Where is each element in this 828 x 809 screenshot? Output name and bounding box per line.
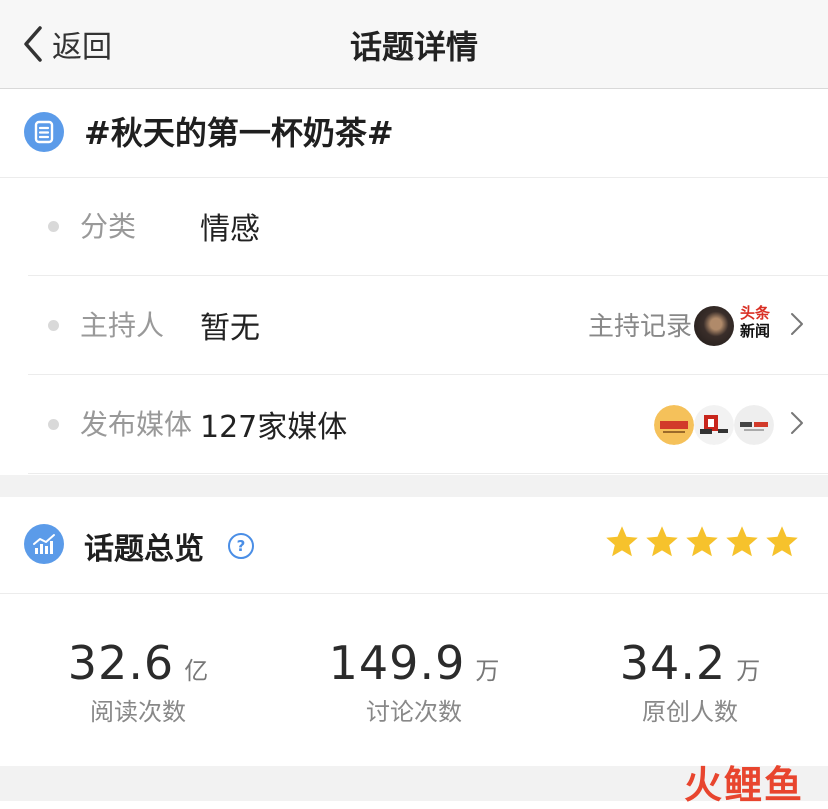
toutiao-logo-bottom: 新闻 <box>739 322 770 340</box>
media-logo-news-3 <box>734 405 774 445</box>
stat-discussion-count: 149.9 万 讨论次数 <box>276 636 552 727</box>
stat-label: 阅读次数 <box>90 698 186 726</box>
star-icon <box>726 526 758 557</box>
chevron-right-icon <box>791 412 803 434</box>
bullet-dot <box>48 221 59 232</box>
stat-label: 讨论次数 <box>366 698 462 726</box>
stat-value: 34.2 <box>619 636 727 690</box>
chevron-left-icon <box>24 26 42 62</box>
star-icon <box>606 526 638 557</box>
star-icon <box>766 526 798 557</box>
chevron-right-icon <box>791 313 803 335</box>
nav-bar: 返回 话题详情 <box>0 0 828 89</box>
topic-title: #秋天的第一杯奶茶# <box>84 114 394 152</box>
page-title: 话题详情 <box>349 28 478 66</box>
host-avatar <box>694 306 734 346</box>
stat-unit: 万 <box>736 657 761 685</box>
media-logo-news-2 <box>694 405 734 445</box>
media-label: 发布媒体 <box>80 408 193 441</box>
stat-value: 32.6 <box>67 636 175 690</box>
question-circle-icon[interactable]: ? <box>228 533 254 559</box>
media-value: 127家媒体 <box>200 410 348 445</box>
star-icon <box>686 526 718 557</box>
host-label: 主持人 <box>80 309 165 342</box>
host-record-link[interactable]: 主持记录 <box>588 306 692 343</box>
stat-label: 原创人数 <box>642 698 738 726</box>
host-row[interactable]: 主持人 暂无 主持记录 头条 新闻 <box>28 276 828 375</box>
category-value: 情感 <box>200 212 260 247</box>
back-label: 返回 <box>52 30 112 65</box>
host-value: 暂无 <box>200 311 260 346</box>
star-icon <box>646 526 678 557</box>
back-button[interactable]: 返回 <box>20 20 112 68</box>
stat-value: 149.9 <box>328 636 466 690</box>
media-row[interactable]: 发布媒体 127家媒体 <box>28 375 828 474</box>
stat-original-users: 34.2 万 原创人数 <box>552 636 828 727</box>
stat-read-count: 32.6 亿 阅读次数 <box>0 636 276 727</box>
category-row: 分类 情感 <box>28 177 828 276</box>
bar-chart-icon <box>24 524 64 564</box>
category-label: 分类 <box>80 210 137 243</box>
stat-unit: 亿 <box>184 657 209 685</box>
section-divider <box>0 475 828 497</box>
rating-stars <box>604 524 800 564</box>
overview-title: 话题总览 <box>84 532 204 567</box>
bullet-dot <box>48 320 59 331</box>
toutiao-logo-top: 头条 <box>739 304 770 322</box>
toutiao-news-logo: 头条 新闻 <box>736 304 774 348</box>
media-logo-chinanews <box>654 405 694 445</box>
list-document-icon <box>24 112 64 152</box>
bullet-dot <box>48 419 59 430</box>
stat-unit: 万 <box>475 657 500 685</box>
